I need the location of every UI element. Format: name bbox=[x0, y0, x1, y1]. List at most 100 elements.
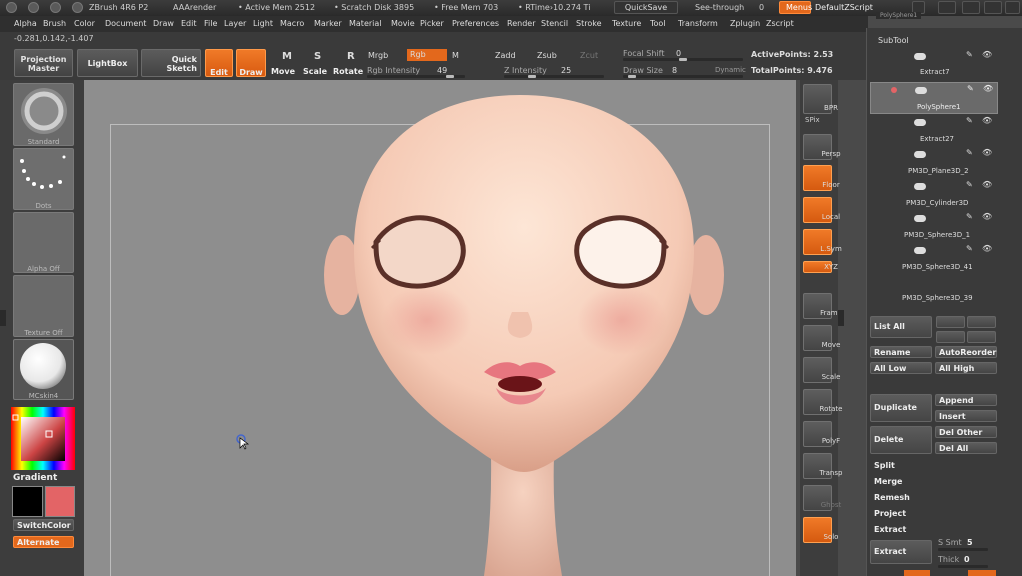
z-intensity-value[interactable]: 25 bbox=[561, 66, 571, 75]
alternate-button[interactable]: Alternate bbox=[13, 536, 74, 548]
menu-document[interactable]: Document bbox=[105, 19, 146, 28]
project-section[interactable]: Project bbox=[874, 509, 906, 518]
floor-button[interactable]: Floor bbox=[803, 165, 840, 191]
subtool-item[interactable]: Extract7 ✎ 👁 bbox=[870, 48, 998, 80]
secondary-color-swatch[interactable] bbox=[45, 486, 75, 517]
split-section[interactable]: Split bbox=[874, 461, 895, 470]
menu-file[interactable]: File bbox=[204, 19, 217, 28]
toggle-icon[interactable] bbox=[914, 119, 926, 126]
polyf-button[interactable]: PolyF bbox=[803, 421, 840, 447]
menu-tool[interactable]: Tool bbox=[650, 19, 666, 28]
swap-down-icon[interactable] bbox=[967, 331, 996, 343]
brush-icon[interactable]: ✎ bbox=[966, 180, 973, 189]
menu-alpha[interactable]: Alpha bbox=[14, 19, 37, 28]
right-tray-toggle[interactable] bbox=[838, 310, 844, 326]
menu-transform[interactable]: Transform bbox=[678, 19, 718, 28]
menu-brush[interactable]: Brush bbox=[43, 19, 66, 28]
rename-button[interactable]: Rename bbox=[870, 346, 932, 358]
merge-section[interactable]: Merge bbox=[874, 477, 902, 486]
bpr-button[interactable]: BPR bbox=[803, 84, 838, 114]
eye-icon[interactable]: 👁 bbox=[982, 148, 992, 157]
menu-render[interactable]: Render bbox=[507, 19, 535, 28]
del-all-button[interactable]: Del All bbox=[935, 442, 997, 454]
eye-icon[interactable]: 👁 bbox=[982, 50, 992, 59]
s-smt-value[interactable]: 5 bbox=[967, 538, 973, 547]
see-through-value[interactable]: 0 bbox=[759, 3, 764, 12]
xyz-button[interactable]: XYZ bbox=[803, 261, 838, 273]
menu-stroke[interactable]: Stroke bbox=[576, 19, 602, 28]
menu-macro[interactable]: Macro bbox=[280, 19, 304, 28]
menu-color[interactable]: Color bbox=[74, 19, 95, 28]
toggle-icon[interactable] bbox=[914, 183, 926, 190]
menu-stencil[interactable]: Stencil bbox=[541, 19, 568, 28]
edit-button[interactable]: Edit bbox=[205, 49, 233, 77]
menu-edit[interactable]: Edit bbox=[181, 19, 197, 28]
gradient-label[interactable]: Gradient bbox=[13, 473, 57, 483]
autoreorder-button[interactable]: AutoReorder bbox=[935, 346, 997, 358]
menu-draw[interactable]: Draw bbox=[153, 19, 174, 28]
toggle-icon[interactable] bbox=[938, 1, 956, 14]
quicksave-button[interactable]: QuickSave bbox=[614, 1, 678, 14]
subtool-item[interactable]: PM3D_Sphere3D_39 bbox=[870, 274, 998, 306]
all-high-button[interactable]: All High bbox=[935, 362, 997, 374]
quick-sketch-button[interactable]: Quick Sketch bbox=[141, 49, 201, 77]
material-thumbnail[interactable]: MCskin4 bbox=[13, 339, 74, 400]
toggle-icon[interactable] bbox=[914, 247, 926, 254]
insert-button[interactable]: Insert bbox=[935, 410, 997, 422]
local-button[interactable]: Local bbox=[803, 197, 840, 223]
toggle-icon[interactable] bbox=[914, 53, 926, 60]
menu-picker[interactable]: Picker bbox=[420, 19, 444, 28]
remesh-section[interactable]: Remesh bbox=[874, 493, 910, 502]
scale-view-button[interactable]: Scale bbox=[803, 357, 840, 383]
thick-value[interactable]: 0 bbox=[964, 555, 970, 564]
menu-movie[interactable]: Movie bbox=[391, 19, 415, 28]
subtool-item[interactable]: PM3D_Plane3D_2 ✎ 👁 bbox=[870, 146, 998, 178]
subtool-item[interactable]: Extract27 ✎ 👁 bbox=[870, 114, 998, 146]
zadd-toggle[interactable]: Zadd bbox=[495, 51, 516, 60]
minimize-icon[interactable] bbox=[962, 1, 980, 14]
extract-section[interactable]: Extract bbox=[874, 525, 906, 534]
eye-icon[interactable]: 👁 bbox=[982, 180, 992, 189]
subtool-item[interactable]: PM3D_Sphere3D_41 ✎ 👁 bbox=[870, 242, 998, 274]
subtool-item-selected[interactable]: PolySphere1 ✎ 👁 bbox=[870, 82, 998, 114]
left-tray-toggle[interactable] bbox=[0, 310, 6, 326]
menu-texture[interactable]: Texture bbox=[612, 19, 641, 28]
brush-icon[interactable]: ✎ bbox=[966, 148, 973, 157]
m-toggle[interactable]: M bbox=[452, 51, 459, 60]
zsub-toggle[interactable]: Zsub bbox=[537, 51, 557, 60]
alpha-thumbnail[interactable]: Alpha Off bbox=[13, 212, 74, 273]
menu-zplugin[interactable]: Zplugin bbox=[730, 19, 760, 28]
menu-zscript[interactable]: Zscript bbox=[766, 19, 794, 28]
delete-button[interactable]: Delete bbox=[870, 426, 932, 454]
draw-size-knob[interactable] bbox=[628, 75, 636, 78]
subtool-item[interactable]: PM3D_Cylinder3D ✎ 👁 bbox=[870, 178, 998, 210]
rgb-intensity-knob[interactable] bbox=[446, 75, 454, 78]
eye-icon[interactable]: 👁 bbox=[982, 212, 992, 221]
thick-slider[interactable] bbox=[938, 565, 988, 568]
toggle-icon[interactable] bbox=[915, 87, 927, 94]
transp-button[interactable]: Transp bbox=[803, 453, 842, 479]
menus-button[interactable]: Menus bbox=[779, 1, 812, 14]
brush-icon[interactable]: ✎ bbox=[966, 116, 973, 125]
duplicate-button[interactable]: Duplicate bbox=[870, 394, 932, 422]
list-all-button[interactable]: List All bbox=[870, 316, 932, 338]
move-view-button[interactable]: Move bbox=[803, 325, 840, 351]
draw-size-value[interactable]: 8 bbox=[672, 66, 677, 75]
eye-icon[interactable]: 👁 bbox=[982, 244, 992, 253]
persp-button[interactable]: Persp bbox=[803, 134, 841, 160]
del-other-button[interactable]: Del Other bbox=[935, 426, 997, 438]
window-circle-icon[interactable] bbox=[50, 2, 61, 13]
eye-icon[interactable]: 👁 bbox=[983, 84, 993, 93]
main-color-swatch[interactable] bbox=[12, 486, 43, 517]
menu-light[interactable]: Light bbox=[253, 19, 273, 28]
brush-icon[interactable]: ✎ bbox=[967, 84, 974, 93]
menu-marker[interactable]: Marker bbox=[314, 19, 342, 28]
mrgb-toggle[interactable]: Mrgb bbox=[368, 51, 388, 60]
s-smt-slider[interactable] bbox=[938, 548, 988, 551]
draw-button[interactable]: Draw bbox=[236, 49, 266, 77]
ghost-button[interactable]: Ghost bbox=[803, 485, 841, 511]
z-intensity-knob[interactable] bbox=[528, 75, 536, 78]
menu-layer[interactable]: Layer bbox=[224, 19, 246, 28]
all-low-button[interactable]: All Low bbox=[870, 362, 932, 374]
tcorne-button[interactable] bbox=[968, 570, 996, 576]
